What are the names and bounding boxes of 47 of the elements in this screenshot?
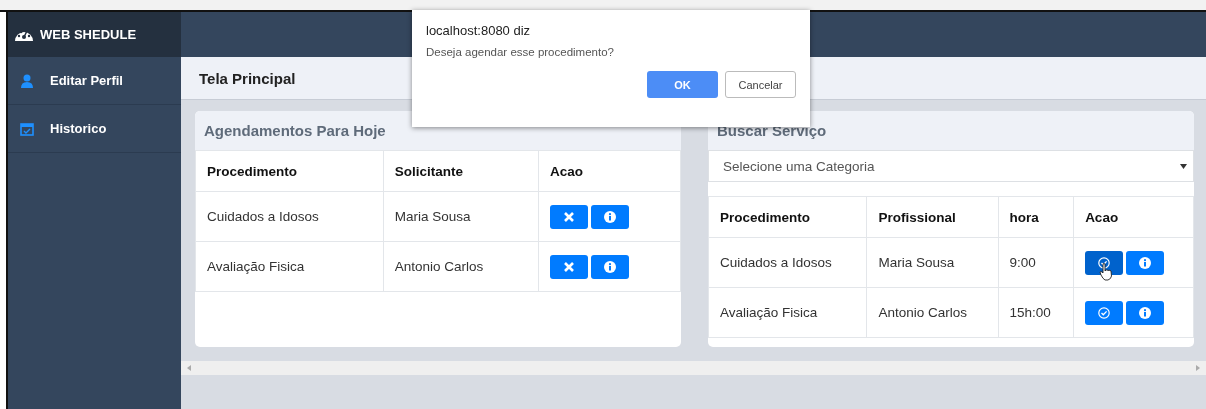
dialog-message: Deseja agendar esse procedimento? (426, 46, 615, 58)
info-icon (1139, 256, 1152, 269)
column-header: Profissional (866, 196, 999, 238)
info-icon (604, 260, 616, 273)
table-cell: Maria Sousa (383, 191, 539, 242)
page-title: Tela Principal (199, 69, 296, 87)
brand-name: WEB SHEDULE (40, 27, 137, 42)
hand-cursor-icon (1099, 262, 1114, 281)
table-cell: 9:00 (998, 237, 1074, 288)
column-header: Procedimento (708, 196, 867, 238)
caret-icon (1180, 163, 1187, 169)
cancel-button[interactable]: Cancelar (725, 71, 796, 98)
column-header: hora (998, 196, 1074, 238)
calendar-icon (20, 121, 34, 136)
table-cell: Antonio Carlos (383, 241, 539, 292)
check-circle-icon (1098, 256, 1111, 269)
close-icon (563, 260, 575, 273)
dialog-title: localhost:8080 diz (426, 23, 532, 38)
table-cell: Maria Sousa (866, 237, 999, 288)
cancel-button[interactable] (550, 204, 588, 229)
column-header: Procedimento (195, 150, 384, 192)
info-button[interactable] (1126, 300, 1165, 325)
info-icon (1139, 306, 1152, 319)
column-header: Acao (1073, 196, 1194, 238)
card-title: Buscar Serviço (717, 122, 827, 139)
close-icon (563, 210, 575, 223)
table-cell: Avaliação Fisica (195, 241, 384, 292)
column-header: Solicitante (383, 150, 539, 192)
scroll-left-icon[interactable] (187, 365, 191, 371)
table-cell: Antonio Carlos (866, 287, 999, 338)
info-button[interactable] (1126, 250, 1165, 275)
user-icon (20, 73, 34, 88)
horizontal-scrollbar[interactable] (181, 361, 1206, 375)
scroll-right-icon[interactable] (1196, 365, 1200, 371)
table-cell: Avaliação Fisica (708, 287, 867, 338)
check-circle-icon (1098, 306, 1111, 319)
info-button[interactable] (591, 254, 629, 279)
table-cell: Cuidados a Idosos (195, 191, 384, 242)
column-header: Acao (538, 150, 681, 192)
cancel-button[interactable] (550, 254, 588, 279)
info-button[interactable] (591, 204, 629, 229)
category-dropdown[interactable]: Selecione uma Categoria (708, 150, 1194, 182)
confirm-button[interactable] (1085, 300, 1124, 325)
table-cell: 15h:00 (998, 287, 1074, 338)
info-icon (604, 210, 616, 223)
card-title: Agendamentos Para Hoje (204, 122, 386, 139)
table-cell: Cuidados a Idosos (708, 237, 867, 288)
